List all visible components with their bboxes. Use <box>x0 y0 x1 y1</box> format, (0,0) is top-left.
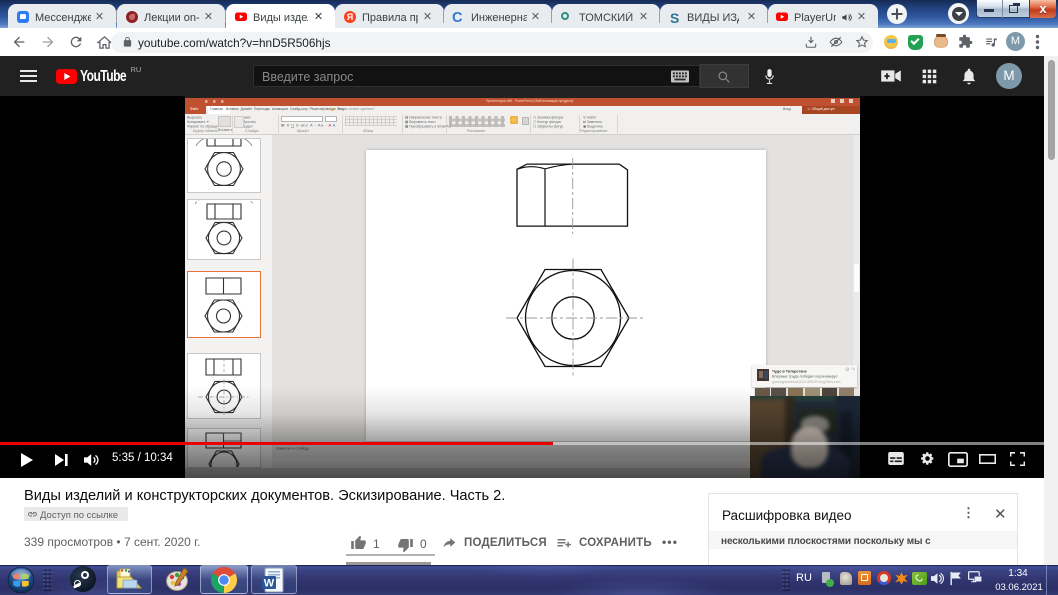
svg-text:W: W <box>264 577 275 589</box>
